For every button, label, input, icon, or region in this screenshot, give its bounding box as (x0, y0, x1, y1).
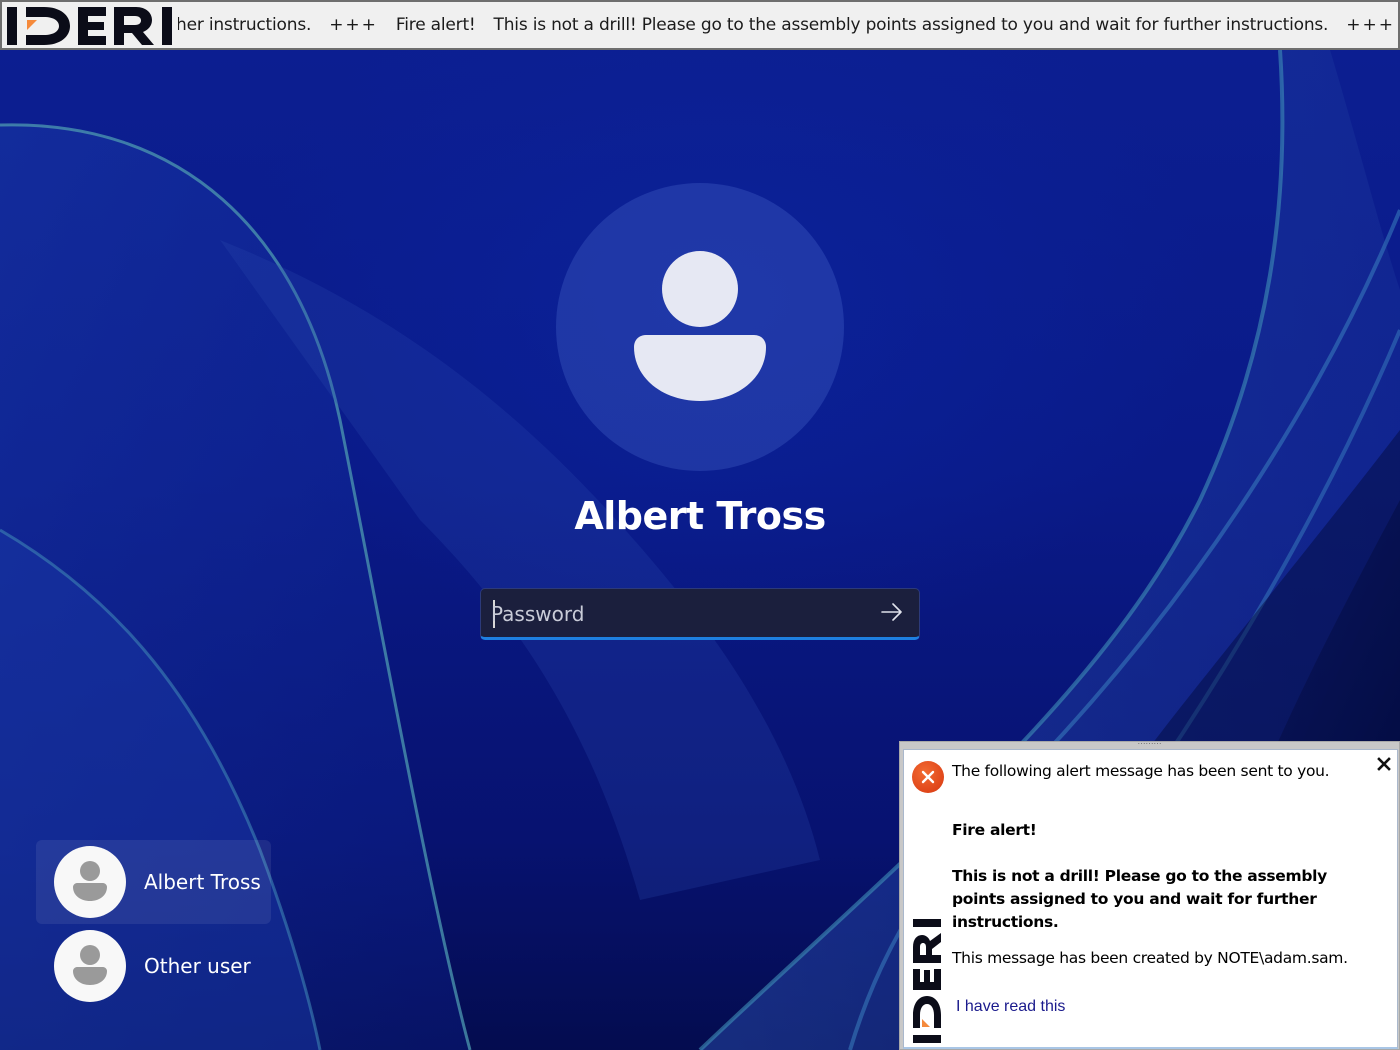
user-avatar-icon (73, 945, 107, 985)
login-user-name: Albert Tross (574, 494, 826, 538)
user-avatar-small (54, 846, 126, 918)
user-switcher-list: Albert Tross Other user (36, 840, 272, 1008)
submit-button[interactable] (879, 599, 905, 625)
alert-intro-text: The following alert message has been sen… (952, 762, 1330, 780)
ticker-segment: This is not a drill! Please go to the as… (493, 15, 1329, 35)
ideri-logo-vertical (909, 915, 945, 1045)
ticker-segment: Fire alert! (395, 15, 476, 35)
alert-title: Fire alert! (952, 821, 1037, 839)
user-list-item-albert-tross[interactable]: Albert Tross (36, 840, 271, 924)
user-avatar-large (556, 183, 844, 471)
user-list-name: Albert Tross (144, 870, 261, 894)
ticker-segment: her instructions. (176, 15, 312, 35)
ticker-message: her instructions. +++ Fire alert! This i… (176, 2, 1398, 48)
alert-content: The following alert message has been sen… (952, 762, 1377, 967)
close-icon (1377, 757, 1391, 771)
ticker-separator: +++ (329, 15, 378, 35)
ideri-logo-icon (7, 7, 172, 45)
alert-popup-window: ········· The following alert message ha… (899, 740, 1400, 1050)
user-avatar-icon (634, 251, 766, 401)
ideri-logo (4, 2, 178, 48)
alert-creator-text: This message has been created by NOTE\ad… (952, 949, 1348, 967)
arrow-right-icon (881, 603, 902, 621)
alert-ticker-bar: her instructions. +++ Fire alert! This i… (0, 0, 1400, 50)
alert-message: This is not a drill! Please go to the as… (952, 867, 1327, 931)
password-input[interactable] (491, 595, 861, 633)
error-x-icon (912, 761, 944, 793)
user-list-name: Other user (144, 954, 251, 978)
ticker-separator: +++ (1346, 15, 1395, 35)
i-have-read-this-link[interactable]: I have read this (956, 998, 1065, 1016)
password-field-container (480, 588, 920, 640)
resize-grip[interactable]: ········· (900, 740, 1399, 749)
ideri-logo-icon (913, 919, 941, 1043)
alert-body: The following alert message has been sen… (903, 749, 1398, 1049)
user-list-item-other-user[interactable]: Other user (36, 924, 271, 1008)
user-avatar-small (54, 930, 126, 1002)
close-button[interactable] (1375, 755, 1393, 773)
user-avatar-icon (73, 861, 107, 901)
